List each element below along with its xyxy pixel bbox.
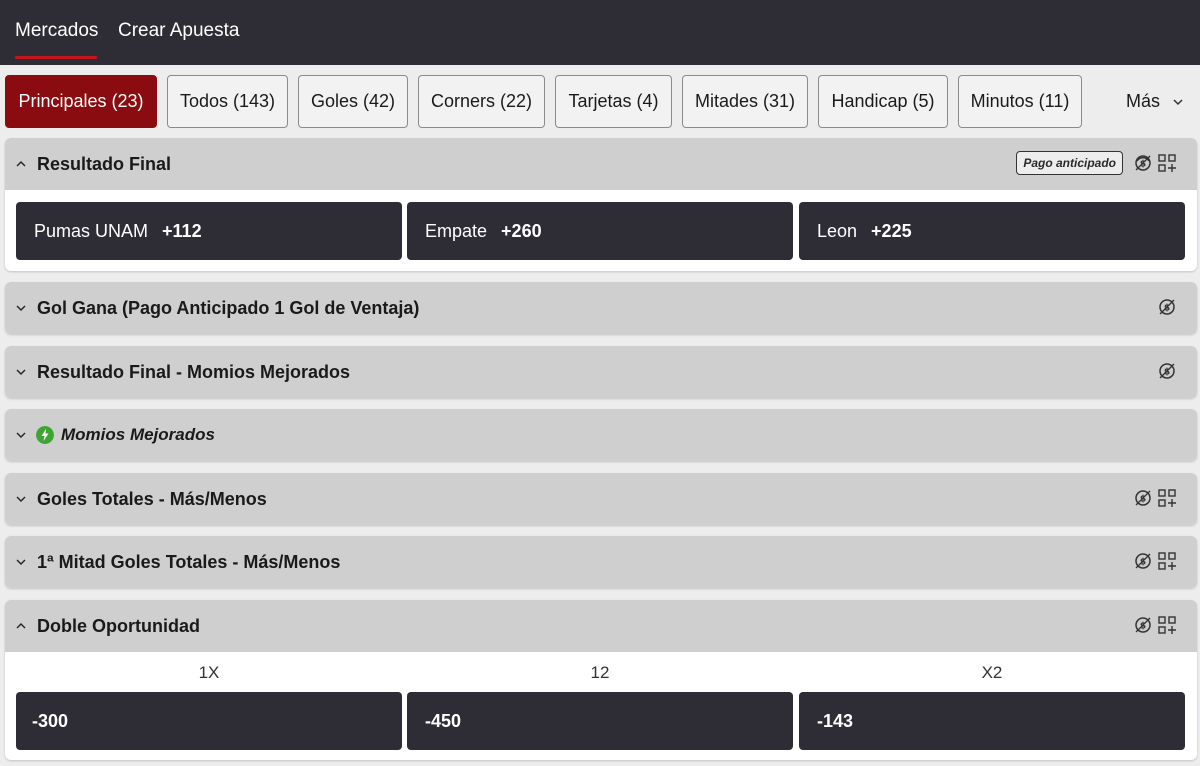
more-label: Más [1126,91,1161,111]
selection-name: Empate [425,220,488,241]
cashout-icon[interactable]: $ [1133,488,1153,508]
more-filters-button[interactable]: Más [1126,75,1184,128]
market-doble-oportunidad: Doble Oportunidad $ 1X 12 X2 -300 -450 -… [5,600,1197,760]
selection-name: Leon [817,220,858,241]
market-title: Gol Gana (Pago Anticipado 1 Gol de Venta… [37,297,420,318]
filter-handicap[interactable]: Handicap (5) [818,75,948,128]
odd-button-x2[interactable]: -143 [799,692,1185,750]
filter-minutos[interactable]: Minutos (11) [958,75,1082,128]
odd-button-1x[interactable]: -300 [16,692,402,750]
market-momios-mejorados: Momios Mejorados [5,409,1197,461]
selection-price: -450 [425,710,462,731]
chevron-up-icon [16,161,26,167]
market-primera-mitad-goles: 1ª Mitad Goles Totales - Más/Menos $ [5,536,1197,588]
bet-builder-icon[interactable] [1157,153,1177,173]
active-tab-underline [15,56,97,59]
column-label: X2 [981,663,1003,682]
filter-principales[interactable]: Principales (23) [5,75,157,128]
top-tab-bar: Mercados Crear Apuesta [0,0,1200,65]
chevron-down-icon [16,559,26,565]
cashout-icon[interactable]: $ [1133,551,1153,571]
bet-builder-icon[interactable] [1157,615,1177,635]
cashout-icon[interactable]: $ [1133,615,1153,635]
chevron-down-icon [16,369,26,375]
market-header[interactable]: 1ª Mitad Goles Totales - Más/Menos $ [5,536,1197,588]
filter-goles[interactable]: Goles (42) [298,75,408,128]
odd-button-home[interactable]: Pumas UNAM +112 [16,202,402,260]
market-gol-gana: Gol Gana (Pago Anticipado 1 Gol de Venta… [5,282,1197,334]
filter-todos[interactable]: Todos (143) [167,75,288,128]
market-title: Goles Totales - Más/Menos [37,488,267,509]
early-payout-badge: Pago anticipado [1016,151,1123,175]
filter-mitades[interactable]: Mitades (31) [682,75,808,128]
market-title: 1ª Mitad Goles Totales - Más/Menos [37,551,341,572]
market-header[interactable]: Goles Totales - Más/Menos $ [5,473,1197,525]
lightning-bolt-icon [36,426,54,444]
selection-price: +260 [501,220,542,241]
market-title: Resultado Final [37,153,172,174]
market-title: Doble Oportunidad [37,615,200,636]
market-header[interactable]: Resultado Final - Momios Mejorados $ [5,346,1197,398]
market-goles-totales: Goles Totales - Más/Menos $ [5,473,1197,525]
selection-name: Pumas UNAM [34,220,149,241]
market-header[interactable]: Doble Oportunidad $ [5,600,1197,652]
market-resultado-momios-mejorados: Resultado Final - Momios Mejorados $ [5,346,1197,398]
chevron-down-icon [1173,98,1183,105]
selection-price: -143 [817,710,854,731]
market-filter-bar: Principales (23) Todos (143) Goles (42) … [0,75,1200,129]
market-header[interactable]: Gol Gana (Pago Anticipado 1 Gol de Venta… [5,282,1197,334]
bet-builder-icon[interactable] [1157,551,1177,571]
column-label: 1X [198,663,220,682]
selection-price: +112 [162,220,202,241]
cashout-icon[interactable]: $ [1157,361,1177,381]
chevron-up-icon [16,623,26,629]
odd-button-12[interactable]: -450 [407,692,793,750]
filter-tarjetas[interactable]: Tarjetas (4) [555,75,672,128]
cashout-icon[interactable]: $ [1133,153,1153,173]
market-title: Momios Mejorados [61,425,215,444]
filter-corners[interactable]: Corners (22) [418,75,545,128]
column-label: 12 [590,663,610,682]
market-header[interactable]: Resultado Final Pago anticipado $ [5,138,1197,190]
odd-button-away[interactable]: Leon +225 [799,202,1185,260]
tab-crear-apuesta[interactable]: Crear Apuesta [118,20,239,42]
tab-mercados[interactable]: Mercados [15,20,98,42]
selection-price: -300 [32,710,69,731]
chevron-down-icon [16,496,26,502]
market-header[interactable]: Momios Mejorados [5,409,1197,461]
selection-price: +225 [871,220,912,241]
market-resultado-final: Resultado Final Pago anticipado $ Pumas … [5,138,1197,271]
bet-builder-icon[interactable] [1157,488,1177,508]
chevron-down-icon [16,432,26,438]
cashout-icon[interactable]: $ [1157,297,1177,317]
odd-button-draw[interactable]: Empate +260 [407,202,793,260]
chevron-down-icon [16,305,26,311]
market-title: Resultado Final - Momios Mejorados [37,361,351,382]
